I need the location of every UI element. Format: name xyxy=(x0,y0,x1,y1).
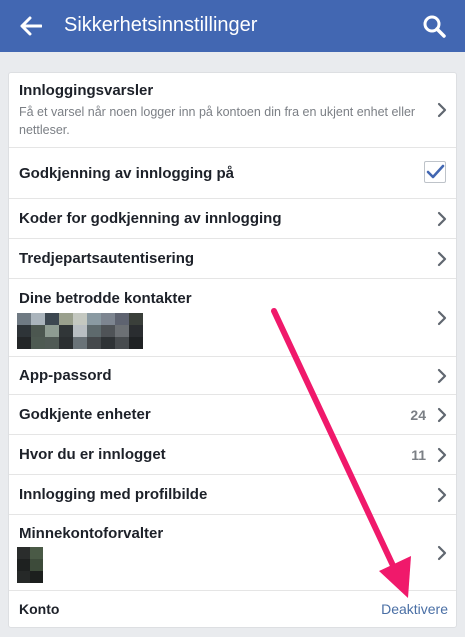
chevron-right-icon xyxy=(437,211,447,227)
row-title: Innlogging med profilbilde xyxy=(19,486,208,503)
row-memorial-contact[interactable]: Minnekontoforvalter xyxy=(9,515,456,591)
devices-count: 24 xyxy=(410,407,426,423)
thumbnail-tile xyxy=(31,325,45,337)
row-subtitle: Få et varsel når noen logger inn på kont… xyxy=(19,105,416,137)
thumbnail-tile xyxy=(31,313,45,325)
thumbnail-tile xyxy=(17,547,30,559)
chevron-right-icon xyxy=(437,407,447,423)
row-third-party-auth[interactable]: Tredjepartsautentisering xyxy=(9,239,456,279)
chevron-right-icon xyxy=(437,251,447,267)
page-title: Sikkerhetsinnstillinger xyxy=(64,14,258,36)
row-where-logged-in[interactable]: Hvor du er innlogget 11 xyxy=(9,435,456,475)
thumbnail-tile xyxy=(17,571,30,583)
login-approvals-checkbox[interactable] xyxy=(424,161,446,183)
thumbnail-tile xyxy=(87,313,101,325)
row-account: Konto Deaktivere xyxy=(9,591,456,628)
thumbnail-tile xyxy=(101,337,115,349)
thumbnail-tile xyxy=(30,571,43,583)
thumbnail-tile xyxy=(17,313,31,325)
row-profile-picture-login[interactable]: Innlogging med profilbilde xyxy=(9,475,456,515)
checkmark-icon xyxy=(426,164,445,179)
thumbnail-tile xyxy=(87,325,101,337)
row-title: Godkjenning av innlogging på xyxy=(19,165,234,182)
arrow-left-icon xyxy=(20,16,42,36)
thumbnail-tile xyxy=(30,559,43,571)
row-recognized-devices[interactable]: Godkjente enheter 24 xyxy=(9,395,456,435)
row-title: Hvor du er innlogget xyxy=(19,446,166,463)
row-login-alerts[interactable]: Innloggingsvarsler Få et varsel når noen… xyxy=(9,73,456,148)
chevron-right-icon xyxy=(437,310,447,326)
thumbnail-tile xyxy=(17,559,30,571)
thumbnail-tile xyxy=(59,337,73,349)
trusted-contacts-thumbnails xyxy=(17,313,143,349)
thumbnail-tile xyxy=(59,325,73,337)
thumbnail-tile xyxy=(73,325,87,337)
row-title: Minnekontoforvalter xyxy=(19,525,164,542)
thumbnail-tile xyxy=(17,337,31,349)
thumbnail-tile xyxy=(31,337,45,349)
row-approval-codes[interactable]: Koder for godkjenning av innlogging xyxy=(9,199,456,239)
row-title: Konto xyxy=(19,601,60,617)
thumbnail-tile xyxy=(17,325,31,337)
chevron-right-icon xyxy=(437,447,447,463)
thumbnail-tile xyxy=(129,325,143,337)
row-title: Innloggingsvarsler xyxy=(19,82,154,99)
top-bar: Sikkerhetsinnstillinger xyxy=(0,0,465,52)
row-title: App-passord xyxy=(19,367,112,384)
thumbnail-tile xyxy=(73,313,87,325)
thumbnail-tile xyxy=(30,547,43,559)
row-title: Koder for godkjenning av innlogging xyxy=(19,210,282,227)
row-app-passwords[interactable]: App-passord xyxy=(9,357,456,395)
thumbnail-tile xyxy=(101,313,115,325)
row-login-approvals[interactable]: Godkjenning av innlogging på xyxy=(9,148,456,199)
chevron-right-icon xyxy=(437,487,447,503)
memorial-contact-thumbnail xyxy=(17,547,43,583)
chevron-right-icon xyxy=(437,545,447,561)
thumbnail-tile xyxy=(45,313,59,325)
thumbnail-tile xyxy=(115,313,129,325)
thumbnail-tile xyxy=(129,337,143,349)
thumbnail-tile xyxy=(129,313,143,325)
back-button[interactable] xyxy=(14,10,48,42)
row-trusted-contacts[interactable]: Dine betrodde kontakter xyxy=(9,279,456,357)
deactivate-link[interactable]: Deaktivere xyxy=(381,601,448,617)
row-title: Godkjente enheter xyxy=(19,406,151,423)
thumbnail-tile xyxy=(73,337,87,349)
sessions-count: 11 xyxy=(411,447,426,463)
chevron-right-icon xyxy=(437,368,447,384)
thumbnail-tile xyxy=(45,325,59,337)
search-icon xyxy=(423,15,446,38)
thumbnail-tile xyxy=(101,325,115,337)
settings-list: Innloggingsvarsler Få et varsel når noen… xyxy=(8,72,457,628)
row-title: Tredjepartsautentisering xyxy=(19,250,195,267)
thumbnail-tile xyxy=(87,337,101,349)
thumbnail-tile xyxy=(115,325,129,337)
row-title: Dine betrodde kontakter xyxy=(19,290,192,307)
thumbnail-tile xyxy=(45,337,59,349)
chevron-right-icon xyxy=(437,102,447,118)
thumbnail-tile xyxy=(59,313,73,325)
search-button[interactable] xyxy=(417,10,451,42)
thumbnail-tile xyxy=(115,337,129,349)
